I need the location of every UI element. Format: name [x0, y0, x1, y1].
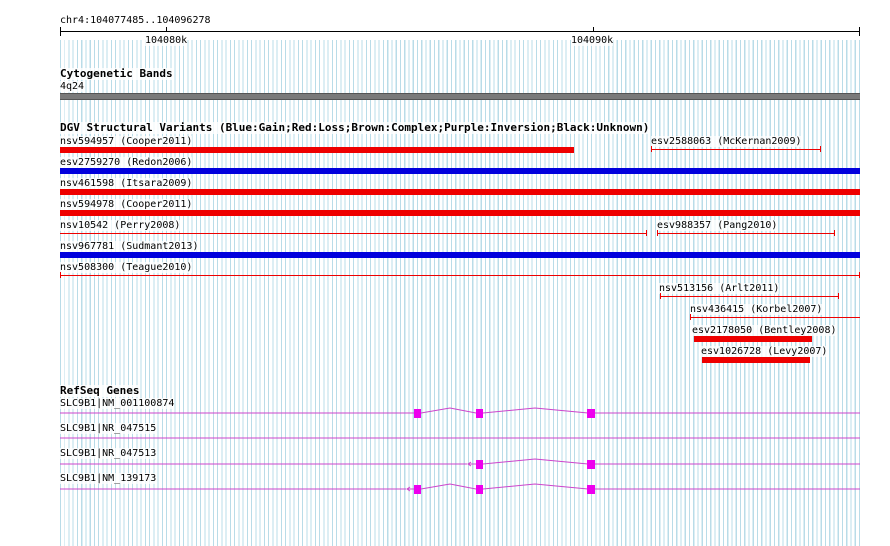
intron-line: [482, 483, 589, 490]
variant-loss-line[interactable]: [60, 233, 647, 234]
variant-end-cap: [60, 272, 61, 278]
variant-loss-bar[interactable]: [702, 357, 810, 363]
intron-line: [482, 407, 589, 414]
ruler-label-104090k: 104090k: [571, 35, 614, 46]
variant-label: esv988357 (Pang2010): [657, 220, 778, 231]
variant-label: esv1026728 (Levy2007): [701, 346, 828, 357]
ruler-left-end: [60, 27, 61, 36]
variant-end-cap: [859, 272, 860, 278]
variant-label: esv2759270 (Redon2006): [60, 157, 193, 168]
intron-line: [420, 407, 477, 414]
variant-end-cap: [838, 293, 839, 299]
variant-loss-line[interactable]: [651, 149, 821, 150]
ruler-right-end: [859, 27, 860, 36]
variant-end-cap: [660, 293, 661, 299]
variant-label: nsv508300 (Teague2010): [60, 262, 193, 273]
variant-end-cap: [820, 146, 821, 152]
variant-loss-bar[interactable]: [60, 147, 574, 153]
variant-loss-line[interactable]: [690, 317, 860, 318]
ruler-axis: [60, 31, 860, 32]
variant-label: nsv594957 (Cooper2011): [60, 136, 193, 147]
gene-model[interactable]: [60, 430, 860, 448]
variant-end-cap: [694, 336, 695, 342]
genome-browser-view: chr4:104077485..104096278 104080k 104090…: [0, 0, 890, 546]
variant-end-cap: [690, 314, 691, 320]
ruler-label-104080k: 104080k: [145, 35, 188, 46]
gene-model[interactable]: [60, 481, 860, 499]
variant-loss-line[interactable]: [660, 296, 839, 297]
variant-loss-bar[interactable]: [694, 336, 812, 342]
refseq-track-title[interactable]: RefSeq Genes: [60, 385, 140, 397]
exon: [587, 409, 595, 418]
variant-end-cap: [646, 230, 647, 236]
variant-end-cap: [651, 146, 652, 152]
intron-line: [482, 458, 589, 465]
dgv-track-title[interactable]: DGV Structural Variants (Blue:Gain;Red:L…: [60, 122, 650, 134]
variant-label: nsv513156 (Arlt2011): [659, 283, 780, 294]
variant-label: esv2178050 (Bentley2008): [692, 325, 837, 336]
ruler-tick-104080k: [166, 27, 167, 32]
exon: [587, 460, 595, 469]
ruler-tick-104090k: [593, 27, 594, 32]
exon: [476, 485, 483, 494]
variant-label: esv2588063 (McKernan2009): [651, 136, 802, 147]
variant-label: nsv594978 (Cooper2011): [60, 199, 193, 210]
gene-model[interactable]: [60, 405, 860, 423]
exon: [414, 485, 421, 494]
variant-label: nsv967781 (Sudmant2013): [60, 241, 199, 252]
variant-loss-bar[interactable]: [60, 189, 860, 195]
exon: [476, 460, 483, 469]
variant-end-cap: [834, 230, 835, 236]
exon: [587, 485, 595, 494]
variant-loss-line[interactable]: [60, 275, 860, 276]
variant-label: nsv436415 (Korbel2007): [690, 304, 823, 315]
exon: [476, 409, 483, 418]
variant-loss-line[interactable]: [657, 233, 835, 234]
location-label: chr4:104077485..104096278: [60, 15, 211, 26]
cytoband-bar[interactable]: [60, 93, 860, 100]
variant-label: nsv10542 (Perry2008): [60, 220, 181, 231]
exon: [414, 409, 421, 418]
variant-gain-bar[interactable]: [60, 252, 860, 258]
variant-loss-bar[interactable]: [60, 210, 860, 216]
variant-end-cap: [657, 230, 658, 236]
gene-model[interactable]: [60, 456, 860, 474]
cytoband-label: 4q24: [60, 81, 85, 92]
variant-gain-bar[interactable]: [60, 168, 860, 174]
intron-line: [420, 483, 477, 490]
cytoband-track-title[interactable]: Cytogenetic Bands: [60, 68, 173, 80]
variant-label: nsv461598 (Itsara2009): [60, 178, 193, 189]
